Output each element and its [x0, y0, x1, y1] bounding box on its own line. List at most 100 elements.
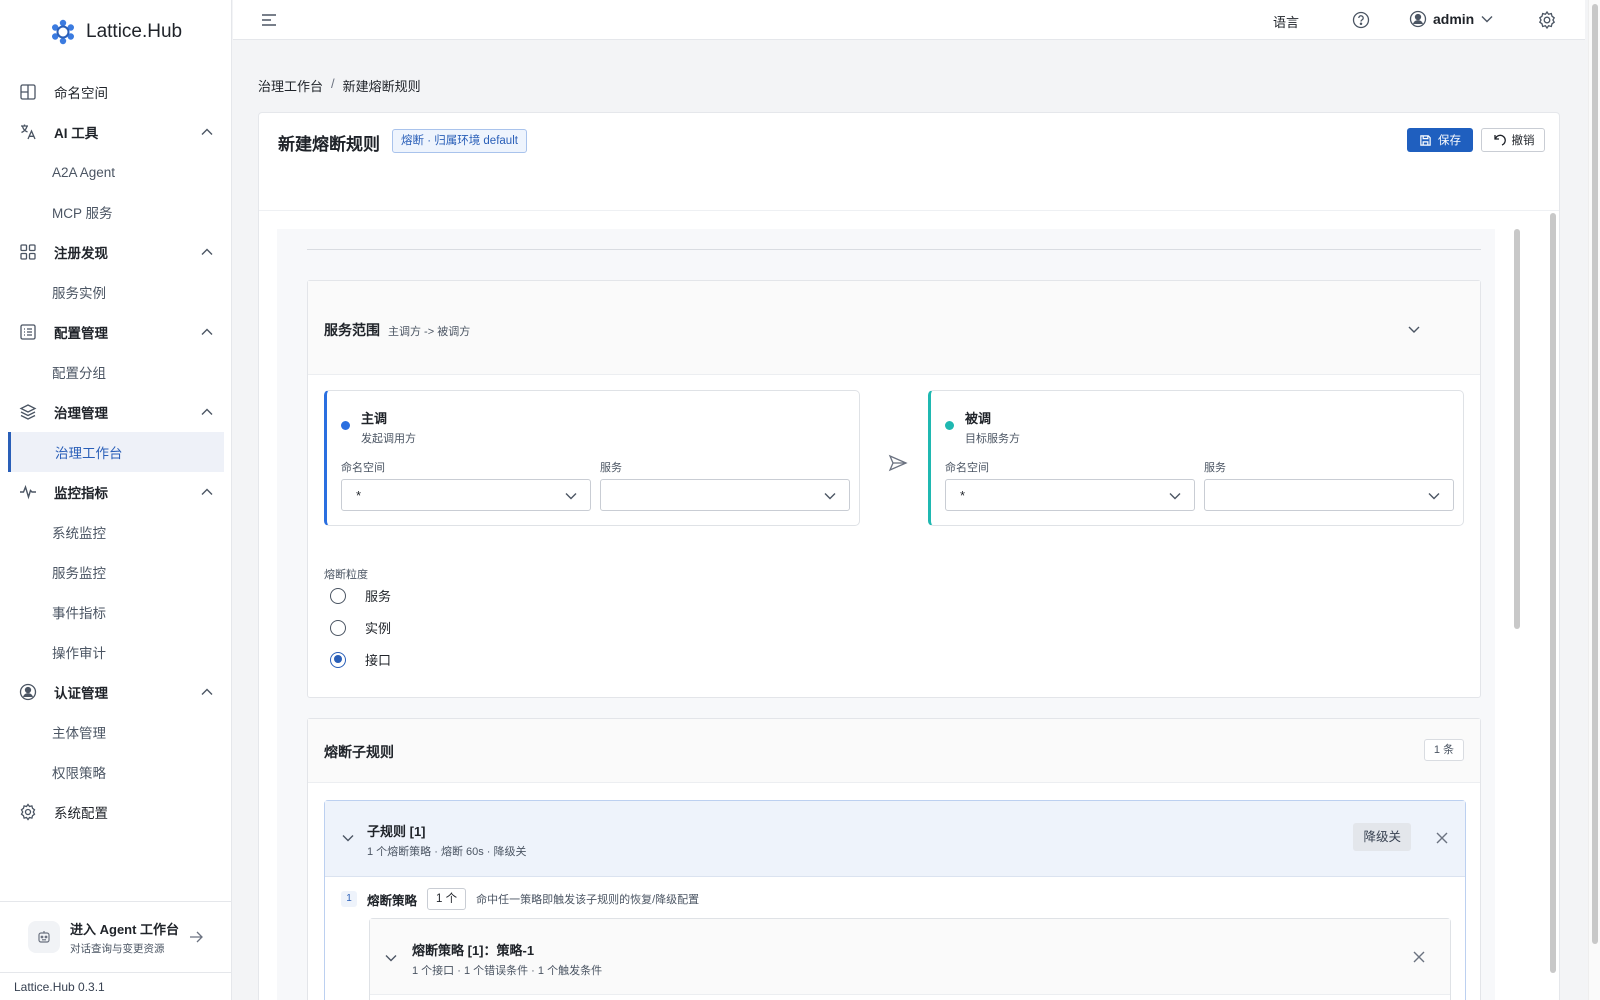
sidebar-item-config-groups[interactable]: 配置分组: [0, 352, 232, 392]
radio-button-selected[interactable]: [330, 651, 346, 668]
service-scope-title: 服务范围 主调方 -> 被调方: [324, 320, 470, 340]
strategy-card: 熔断策略 [1]：策略-1 1 个接口 · 1 个错误条件 · 1 个触发条件: [369, 918, 1451, 1000]
send-arrow-icon: [888, 454, 908, 472]
sub-rules-header: 熔断子规则 1 条: [308, 719, 1480, 783]
undo-label: 撤销: [1511, 135, 1535, 147]
callee-namespace-select[interactable]: *: [945, 479, 1195, 511]
sidebar-group-governance[interactable]: 治理管理: [0, 392, 232, 432]
sub-rules-title: 熔断子规则: [324, 744, 394, 760]
form-scrollbar-thumb[interactable]: [1514, 229, 1520, 629]
sidebar-item-service-monitor[interactable]: 服务监控: [0, 552, 232, 592]
radio-label: 服务: [365, 589, 392, 604]
sidebar-group-auth[interactable]: 认证管理: [0, 672, 232, 712]
strategy-hint: 命中任一策略即触发该子规则的恢复/降级配置: [476, 894, 700, 906]
robot-icon: [28, 921, 60, 953]
caller-namespace-select[interactable]: *: [341, 479, 591, 511]
sidebar-item-service-instances[interactable]: 服务实例: [0, 272, 232, 312]
sub-rule-header[interactable]: 子规则 [1] 1 个熔断策略 · 熔断 60s · 降级关 降级关: [325, 801, 1465, 877]
sidebar-nav: 命名空间 AI 工具 A2A Agent MCP 服务 注册发现 服务实例 配置…: [0, 72, 232, 832]
sidebar-item-namespace[interactable]: 命名空间: [0, 72, 232, 112]
page-scrollbar[interactable]: [1588, 0, 1600, 1000]
sidebar-item-a2a-agent[interactable]: A2A Agent: [0, 152, 232, 192]
grid-icon: [18, 242, 38, 262]
arrow-right-icon: [190, 931, 203, 943]
sub-rules-section: 熔断子规则 1 条 子规则 [1] 1 个熔断策略 · 熔断 60s · 降级关…: [307, 718, 1481, 1000]
undo-button[interactable]: 撤销: [1481, 128, 1545, 152]
sidebar-item-mcp-service[interactable]: MCP 服务: [0, 192, 232, 232]
chevron-up-icon[interactable]: [200, 485, 214, 499]
chevron-up-icon[interactable]: [200, 685, 214, 699]
sidebar-item-label: 配置管理: [54, 326, 108, 341]
sidebar-item-event-metrics[interactable]: 事件指标: [0, 592, 232, 632]
radio-button[interactable]: [330, 587, 346, 604]
radio-granularity-service[interactable]: 服务: [330, 586, 391, 605]
radio-granularity-instance[interactable]: 实例: [330, 618, 391, 637]
callee-service-select[interactable]: [1204, 479, 1454, 511]
sidebar-item-system-config[interactable]: 系统配置: [0, 792, 232, 832]
sidebar-group-monitoring[interactable]: 监控指标: [0, 472, 232, 512]
service-scope-section: 服务范围 主调方 -> 被调方 主调 发起调用方 命名空间 * 服务 被调 目标服…: [307, 280, 1481, 698]
chevron-down-icon: [1428, 493, 1440, 500]
agent-entry-title: 进入 Agent 工作台: [70, 921, 180, 937]
strategy-card-header[interactable]: 熔断策略 [1]：策略-1 1 个接口 · 1 个错误条件 · 1 个触发条件: [370, 919, 1450, 995]
sidebar-group-ai-tools[interactable]: AI 工具: [0, 112, 232, 152]
brand-name: Lattice.Hub: [86, 21, 183, 42]
chevron-up-icon[interactable]: [200, 245, 214, 259]
menu-toggle-icon[interactable]: [259, 10, 279, 30]
page-scrollbar-thumb[interactable]: [1592, 4, 1598, 944]
radio-label: 接口: [365, 653, 392, 668]
sidebar-item-permission-policies[interactable]: 权限策略: [0, 752, 232, 792]
language-switcher[interactable]: 语言: [1273, 12, 1299, 31]
select-value: *: [356, 488, 362, 503]
settings-gear-icon[interactable]: [1537, 10, 1557, 30]
sidebar-item-label: AI 工具: [54, 126, 99, 141]
breadcrumb-parent[interactable]: 治理工作台: [258, 76, 323, 95]
layers-icon: [18, 402, 38, 422]
save-button[interactable]: 保存: [1407, 128, 1473, 152]
sidebar-item-principals[interactable]: 主体管理: [0, 712, 232, 752]
sidebar-item-label: 系统配置: [54, 806, 108, 821]
user-menu[interactable]: admin: [1409, 10, 1494, 28]
agent-workbench-entry[interactable]: 进入 Agent 工作台 对话查询与变更资源: [0, 902, 232, 972]
strategy-title: 熔断策略 [1]：策略-1: [412, 943, 535, 958]
sidebar-item-label: 注册发现: [54, 246, 108, 261]
brand[interactable]: Lattice.Hub: [0, 0, 231, 64]
chevron-down-icon[interactable]: [341, 831, 355, 845]
sidebar-item-audit[interactable]: 操作审计: [0, 632, 232, 672]
strategy-count: 1 个: [427, 888, 467, 910]
gear-icon: [18, 802, 38, 822]
sidebar-footer: 进入 Agent 工作台 对话查询与变更资源 Lattice.Hub 0.3.1: [0, 901, 232, 1000]
chevron-up-icon[interactable]: [200, 325, 214, 339]
sidebar-group-discovery[interactable]: 注册发现: [0, 232, 232, 272]
sidebar-group-config[interactable]: 配置管理: [0, 312, 232, 352]
undo-icon: [1493, 134, 1506, 146]
form-scrollbar[interactable]: [1513, 229, 1521, 1000]
strategy-row: 1 熔断策略 1 个 命中任一策略即触发该子规则的恢复/降级配置: [341, 887, 699, 911]
help-icon[interactable]: [1352, 11, 1370, 29]
radio-button[interactable]: [330, 619, 346, 636]
caller-namespace-label: 命名空间: [341, 462, 385, 474]
card-scrollbar[interactable]: [1549, 213, 1557, 1000]
caller-service-select[interactable]: [600, 479, 850, 511]
sidebar-item-governance-workbench[interactable]: 治理工作台: [8, 432, 224, 472]
sidebar: Lattice.Hub 命名空间 AI 工具 A2A Agent MCP 服务 …: [0, 0, 232, 1000]
chevron-down-icon[interactable]: [384, 951, 398, 965]
degrade-toggle[interactable]: 降级关: [1353, 823, 1411, 851]
close-icon[interactable]: [1435, 831, 1449, 845]
rule-editor-card: 新建熔断规则 熔断 · 归属环境 default 保存 撤销 服务范围 主调方 -…: [258, 112, 1560, 1000]
card-header: 新建熔断规则 熔断 · 归属环境 default 保存 撤销: [259, 113, 1559, 211]
radio-granularity-interface[interactable]: 接口: [330, 650, 391, 669]
list-icon: [18, 322, 38, 342]
sub-rule-title: 子规则 [1]: [367, 824, 426, 839]
card-scrollbar-thumb[interactable]: [1550, 213, 1556, 973]
chevron-up-icon[interactable]: [200, 405, 214, 419]
service-scope-header[interactable]: 服务范围 主调方 -> 被调方: [308, 281, 1480, 375]
sidebar-item-system-monitor[interactable]: 系统监控: [0, 512, 232, 552]
sidebar-item-label: 治理管理: [54, 406, 108, 421]
chevron-up-icon[interactable]: [200, 125, 214, 139]
caller-desc: 发起调用方: [361, 433, 416, 445]
close-icon[interactable]: [1412, 950, 1426, 964]
chevron-down-icon[interactable]: [1406, 321, 1422, 337]
section-title-text: 服务范围: [324, 322, 380, 338]
version-label: Lattice.Hub 0.3.1: [0, 972, 232, 1000]
